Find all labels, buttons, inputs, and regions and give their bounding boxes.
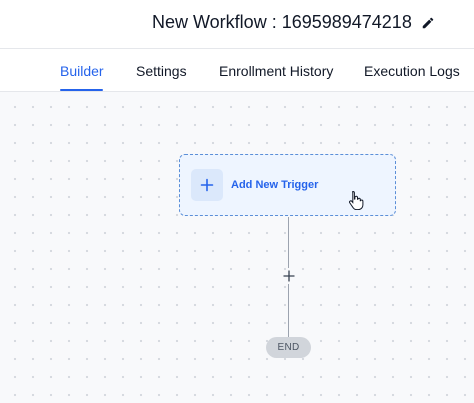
plus-icon	[200, 178, 214, 192]
workflow-canvas[interactable]	[0, 92, 474, 403]
end-node: END	[266, 337, 311, 358]
workflow-header: New Workflow : 1695989474218	[0, 0, 474, 49]
active-tab-indicator	[60, 89, 103, 91]
tab-settings[interactable]: Settings	[136, 63, 187, 79]
hand-pointer-icon	[349, 190, 364, 210]
add-step-button[interactable]	[281, 268, 296, 283]
plus-icon	[282, 269, 295, 282]
tab-bar: Builder Settings Enrollment History Exec…	[0, 49, 474, 92]
add-trigger-label: Add New Trigger	[231, 179, 319, 191]
connector-line	[288, 284, 289, 337]
pencil-icon[interactable]	[421, 16, 435, 30]
connector-line	[288, 217, 289, 268]
tab-execution-logs[interactable]: Execution Logs	[364, 63, 460, 79]
page-title: New Workflow : 1695989474218	[152, 12, 412, 32]
add-trigger-button[interactable]	[191, 169, 223, 201]
tab-enrollment-history[interactable]: Enrollment History	[219, 63, 333, 79]
tab-builder[interactable]: Builder	[60, 63, 104, 79]
